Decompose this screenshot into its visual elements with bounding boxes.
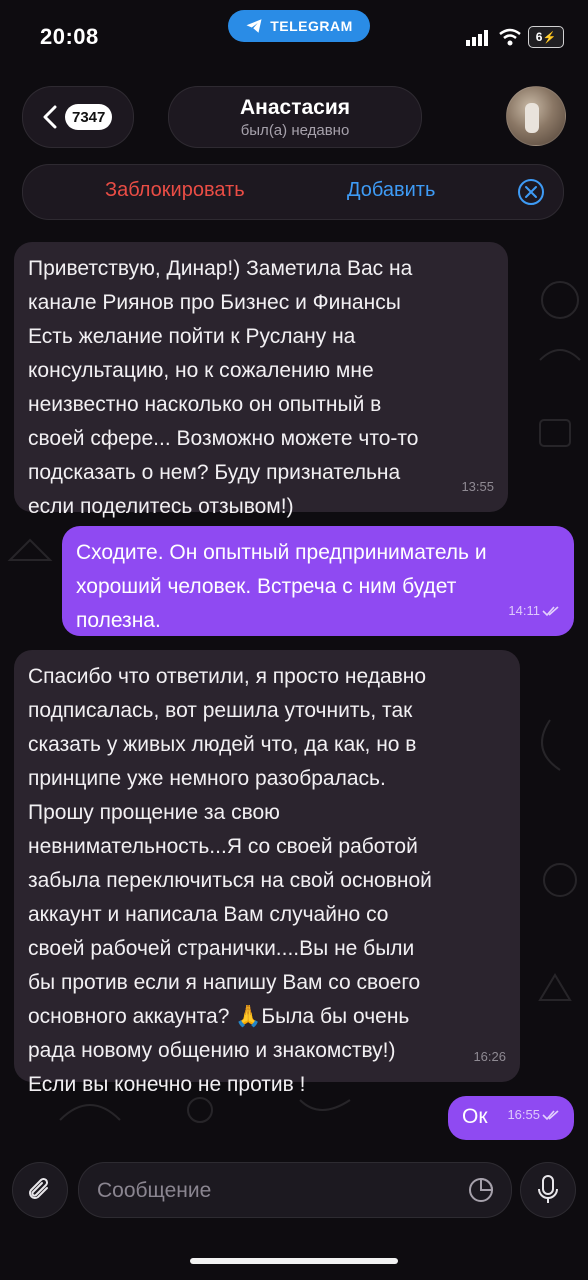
sticker-icon[interactable]: [467, 1176, 495, 1204]
message-time: 16:55: [507, 1107, 540, 1122]
message-time: 13:55: [461, 479, 494, 494]
home-indicator: [190, 1258, 398, 1264]
message-time: 16:26: [473, 1049, 506, 1064]
unknown-contact-bar: Заблокировать Добавить: [22, 164, 564, 220]
microphone-button[interactable]: [520, 1162, 576, 1218]
message-meta: 16:55: [507, 1098, 560, 1132]
attach-button[interactable]: [12, 1162, 68, 1218]
avatar[interactable]: [506, 86, 566, 146]
double-check-icon: [542, 1110, 559, 1121]
message-bubble-outgoing[interactable]: Сходите. Он опытный предприниматель и хо…: [62, 526, 574, 636]
double-check-icon: [542, 606, 559, 617]
status-bar: 20:08 TELEGRAM 6 ⚡: [0, 0, 588, 80]
avatar-figure: [525, 103, 539, 133]
message-text: Сходите. Он опытный предприниматель и хо…: [76, 541, 487, 632]
paperclip-icon: [29, 1177, 49, 1199]
message-bubble-outgoing[interactable]: Ок 16:55: [448, 1096, 574, 1140]
telegram-plane-icon: [246, 19, 262, 33]
back-button[interactable]: 7347: [22, 86, 134, 148]
clock: 20:08: [40, 24, 99, 49]
add-contact-button[interactable]: Добавить: [347, 179, 435, 202]
message-time: 14:11: [508, 603, 540, 618]
chevron-left-icon: [43, 105, 57, 129]
unread-count-badge: 7347: [65, 104, 113, 130]
message-bubble-incoming[interactable]: Спасибо что ответили, я просто недавно п…: [14, 650, 520, 1096]
block-button[interactable]: Заблокировать: [105, 179, 245, 202]
chat-title[interactable]: Анастасия был(а) недавно: [168, 86, 422, 148]
close-icon[interactable]: [517, 178, 545, 206]
battery-level: 6: [535, 30, 543, 44]
wifi-icon: [499, 28, 521, 46]
contact-name: Анастасия: [239, 96, 350, 119]
message-bubble-incoming[interactable]: Приветствую, Динар!) Заметила Вас на кан…: [14, 242, 508, 518]
message-text: Приветствую, Динар!) Заметила Вас на кан…: [28, 257, 419, 518]
battery-indicator: 6 ⚡: [528, 26, 564, 48]
message-text: Спасибо что ответили, я просто недавно п…: [28, 665, 432, 1096]
app-pill-label: TELEGRAM: [270, 18, 353, 34]
contact-status: был(а) недавно: [240, 122, 350, 139]
message-meta: 14:11: [508, 594, 560, 628]
message-input[interactable]: [95, 1163, 459, 1219]
cellular-signal-icon: [466, 30, 488, 46]
telegram-app-pill[interactable]: TELEGRAM: [228, 10, 370, 42]
microphone-icon: [538, 1175, 558, 1203]
message-input-wrapper: [78, 1162, 512, 1219]
